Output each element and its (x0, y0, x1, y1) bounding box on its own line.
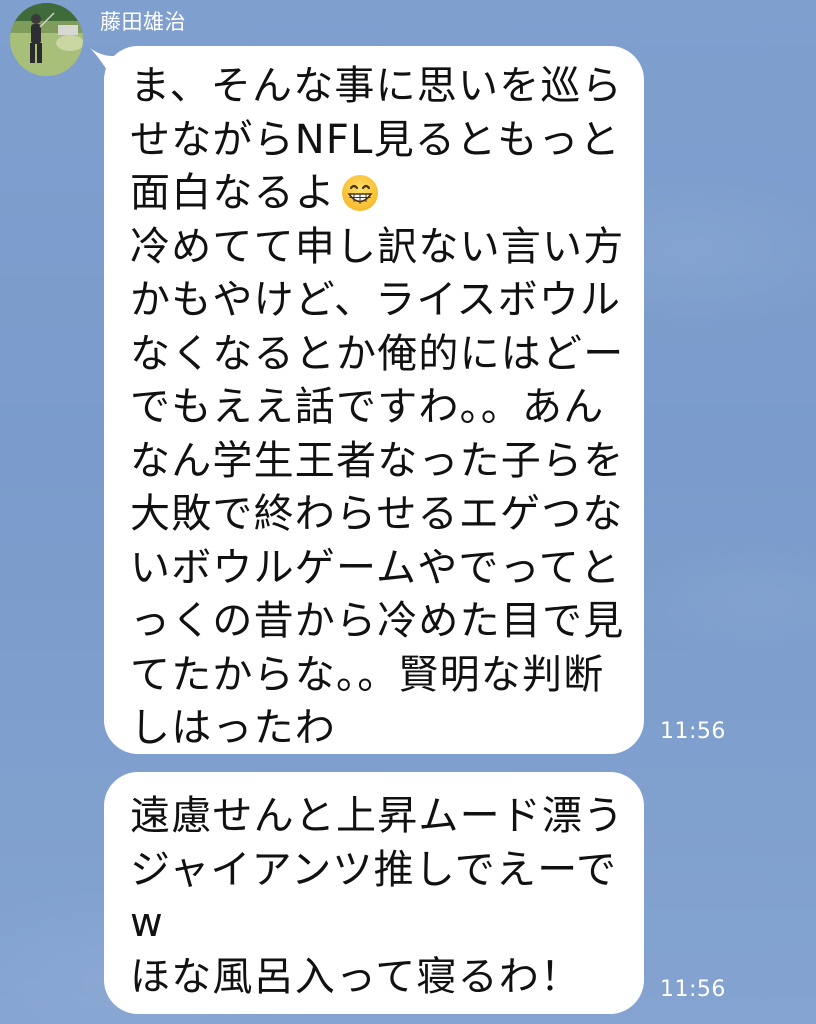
message-line: かもやけど、ライスボウル (130, 277, 622, 323)
message-line: いボウルゲームやでってと (130, 544, 622, 591)
grinning-face-emoji-icon (342, 175, 378, 211)
message-line: っくの昔から冷めた目で見 (130, 598, 625, 644)
message-timestamp: 11:56 (660, 977, 726, 1002)
message-line: しはったわ (130, 705, 336, 751)
message-line-text: 面白なるよ (130, 170, 336, 216)
message-line: なくなるとか俺的にはどー (130, 330, 625, 377)
message-line: 冷めてて申し訳ない言い方 (130, 223, 625, 270)
message-line: w (130, 900, 164, 946)
message-line: でもええ話ですわ。。あん (130, 384, 605, 430)
message-line: ジャイアンツ推しでえーで (130, 846, 618, 893)
message-line-with-emoji: 面白なるよ (130, 167, 618, 221)
message-line: 大敗で終わらせるエゲつな (130, 491, 624, 537)
message-line: ま、そんな事に思いを巡ら (130, 63, 623, 109)
message-line: てたからな。。賢明な判断 (130, 651, 605, 698)
avatar-golfer-photo-icon (10, 3, 83, 76)
message-line: なん学生王者なった子らを (130, 437, 625, 484)
message-bubble[interactable]: ま、そんな事に思いを巡ら せながらNFL見るともっと 面白なるよ 冷めてて申し訳… (104, 46, 644, 754)
message-timestamp: 11:56 (660, 719, 726, 744)
message-line: 遠慮せんと上昇ムード漂う (130, 793, 625, 839)
message-line: せながらNFL見るともっと (130, 116, 621, 163)
message-bubble[interactable]: 遠慮せんと上昇ムード漂う ジャイアンツ推しでえーで w ほな風呂入って寝るわ！ (104, 772, 644, 1014)
sender-avatar[interactable] (10, 3, 83, 76)
message-line: ほな風呂入って寝るわ！ (130, 953, 582, 1000)
sender-name: 藤田雄治 (100, 10, 186, 34)
